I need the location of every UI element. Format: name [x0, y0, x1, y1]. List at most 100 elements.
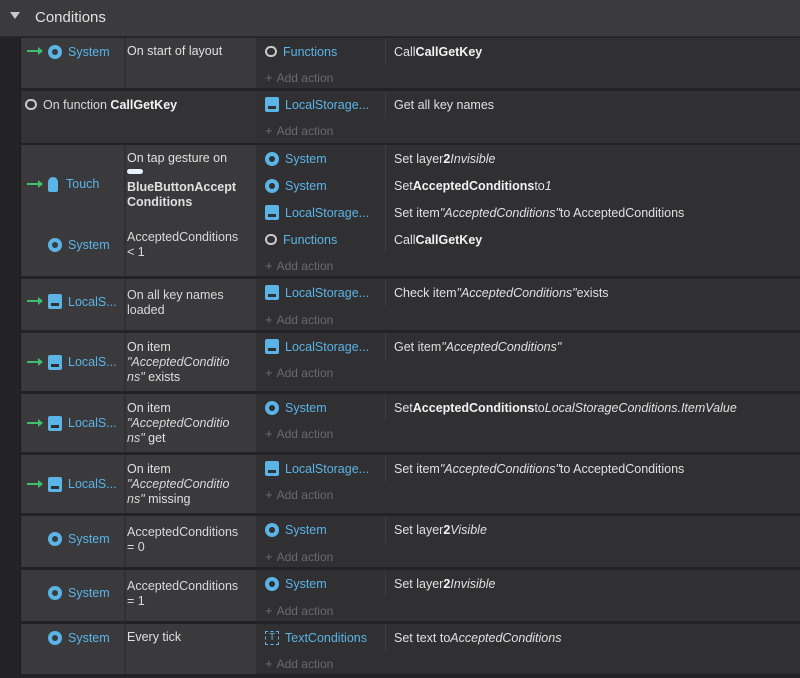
collapse-arrow-icon[interactable]	[10, 12, 20, 19]
condition-text[interactable]: AcceptedConditions < 1	[127, 227, 255, 263]
action-row[interactable]: T TextConditions Set text to AcceptedCond…	[259, 624, 800, 651]
condition-block[interactable]: System On start of layout	[21, 38, 256, 88]
event-block-9[interactable]: System AcceptedConditions = 1 System Set…	[21, 570, 800, 621]
condition-text[interactable]: On item "AcceptedConditio ns" get	[127, 401, 255, 447]
action-param-italic: 1	[544, 178, 552, 193]
condition-block[interactable]: LocalS... On item "AcceptedConditio ns" m…	[21, 455, 256, 513]
event-block-10[interactable]: System Every tick T TextConditions Set te…	[21, 624, 800, 674]
add-action-button[interactable]: + Add action	[265, 365, 333, 380]
action-description: Call CallGetKey	[394, 38, 482, 65]
action-description: Get item "AcceptedConditions"	[394, 333, 561, 360]
system-gear-icon	[48, 238, 62, 252]
condition-text[interactable]: On start of layout	[127, 38, 255, 65]
action-text: Set	[394, 400, 413, 415]
add-action-label: Add action	[276, 366, 334, 380]
system-gear-icon	[265, 151, 279, 166]
event-block-7[interactable]: LocalS... On item "AcceptedConditio ns" m…	[21, 455, 800, 513]
condition-block[interactable]: LocalS... On all key names loaded	[21, 279, 256, 330]
action-row[interactable]: Functions Call CallGetKey	[259, 226, 800, 253]
condition-divider	[124, 38, 126, 88]
action-param: AcceptedConditions	[412, 178, 535, 193]
add-action-button[interactable]: + Add action	[265, 312, 333, 327]
condition-object-name: System	[68, 585, 110, 600]
condition-block[interactable]: System Every tick	[21, 624, 256, 674]
action-param-italic: Invisible	[450, 151, 496, 166]
trigger-arrow-icon	[27, 297, 43, 305]
condition-block[interactable]: LocalS... On item "AcceptedConditio ns" g…	[21, 394, 256, 452]
condition-text-wrap: On item "AcceptedConditio ns" get	[127, 401, 245, 446]
condition-text[interactable]: AcceptedConditions = 0	[127, 520, 255, 560]
action-row[interactable]: LocalStorage... Get all key names	[259, 91, 800, 118]
add-action-button[interactable]: + Add action	[265, 603, 333, 618]
action-row[interactable]: System Set layer 2 Invisible	[259, 570, 800, 597]
trigger-arrow-icon	[27, 358, 43, 366]
add-action-button[interactable]: + Add action	[265, 656, 333, 671]
action-divider	[385, 172, 386, 199]
trigger-arrow-icon	[27, 47, 43, 55]
action-object: System	[265, 570, 381, 597]
event-block-5[interactable]: LocalS... On item "AcceptedConditio ns" e…	[21, 333, 800, 391]
action-divider	[385, 516, 386, 543]
add-action-button[interactable]: + Add action	[265, 487, 333, 502]
condition-divider	[124, 333, 126, 391]
add-action-button[interactable]: + Add action	[265, 123, 333, 138]
action-description: Set AcceptedConditions to LocalStorageCo…	[394, 394, 737, 421]
add-action-button[interactable]: + Add action	[265, 258, 333, 273]
action-row[interactable]: LocalStorage... Get item "AcceptedCondit…	[259, 333, 800, 360]
condition-divider	[124, 624, 126, 674]
condition-object-name: Touch	[66, 177, 100, 191]
function-block[interactable]: On function CallGetKey LocalStorage... G…	[21, 91, 800, 143]
condition-block[interactable]: Touch System On tap gesture on BlueButton…	[21, 145, 256, 276]
action-divider	[385, 394, 386, 421]
action-description: Call CallGetKey	[394, 226, 482, 253]
action-row[interactable]: LocalStorage... Set item "AcceptedCondit…	[259, 199, 800, 226]
action-row[interactable]: LocalStorage... Set item "AcceptedCondit…	[259, 455, 800, 482]
condition-text[interactable]: AcceptedConditions = 1	[127, 574, 255, 614]
condition-block[interactable]: System AcceptedConditions = 0	[21, 516, 256, 567]
action-description: Set item "AcceptedConditions" to Accepte…	[394, 199, 684, 226]
add-action-button[interactable]: + Add action	[265, 426, 333, 441]
condition-text[interactable]: On item "AcceptedConditio ns" exists	[127, 340, 255, 386]
condition-text[interactable]: Every tick	[127, 624, 255, 651]
action-row[interactable]: System Set layer 2 Invisible	[259, 145, 800, 172]
function-header[interactable]: On function CallGetKey	[21, 91, 256, 143]
condition-label: On tap gesture on	[127, 151, 228, 165]
action-row[interactable]: System Set AcceptedConditions to 1	[259, 172, 800, 199]
add-action-button[interactable]: + Add action	[265, 70, 333, 85]
system-gear-icon	[265, 522, 279, 537]
event-block-8[interactable]: System AcceptedConditions = 0 System Set…	[21, 516, 800, 567]
event-block-3[interactable]: Touch System On tap gesture on BlueButton…	[21, 145, 800, 276]
condition-text[interactable]: On all key names loaded	[127, 283, 255, 323]
action-object: LocalStorage...	[265, 455, 381, 482]
condition-text-wrap: On item "AcceptedConditio ns" exists	[127, 340, 245, 385]
local-storage-icon	[265, 339, 279, 354]
action-row[interactable]: Functions Call CallGetKey	[259, 38, 800, 65]
event-block-1[interactable]: System On start of layout Functions Call…	[21, 38, 800, 88]
action-object-name: LocalStorage...	[285, 339, 370, 354]
action-divider	[385, 226, 386, 253]
add-action-button[interactable]: + Add action	[265, 549, 333, 564]
condition-divider	[124, 145, 126, 276]
add-action-label: Add action	[276, 427, 334, 441]
condition-block[interactable]: LocalS... On item "AcceptedConditio ns" e…	[21, 333, 256, 391]
function-title[interactable]: On function CallGetKey	[25, 91, 177, 118]
condition-text[interactable]: On item "AcceptedConditio ns" missing	[127, 462, 255, 508]
action-row[interactable]: System Set AcceptedConditions to LocalSt…	[259, 394, 800, 421]
action-row[interactable]: LocalStorage... Check item "AcceptedCond…	[259, 279, 800, 306]
action-divider	[385, 333, 386, 360]
conditions-header[interactable]: Conditions	[0, 0, 800, 37]
condition-label: AcceptedConditions = 0	[127, 525, 239, 554]
event-block-6[interactable]: LocalS... On item "AcceptedConditio ns" g…	[21, 394, 800, 452]
functions-icon	[265, 234, 277, 245]
event-block-4[interactable]: LocalS... On all key names loaded LocalS…	[21, 279, 800, 330]
condition-param: "AcceptedConditio ns"	[127, 416, 230, 445]
action-row[interactable]: System Set layer 2 Visible	[259, 516, 800, 543]
action-object: LocalStorage...	[265, 279, 381, 306]
action-divider	[385, 91, 386, 118]
condition-object-name: System	[68, 630, 110, 645]
condition-text[interactable]: On tap gesture on BlueButtonAccept Condit…	[127, 151, 255, 221]
action-text: to	[534, 400, 545, 415]
action-divider	[385, 199, 386, 226]
local-storage-icon	[265, 205, 279, 220]
condition-block[interactable]: System AcceptedConditions = 1	[21, 570, 256, 621]
